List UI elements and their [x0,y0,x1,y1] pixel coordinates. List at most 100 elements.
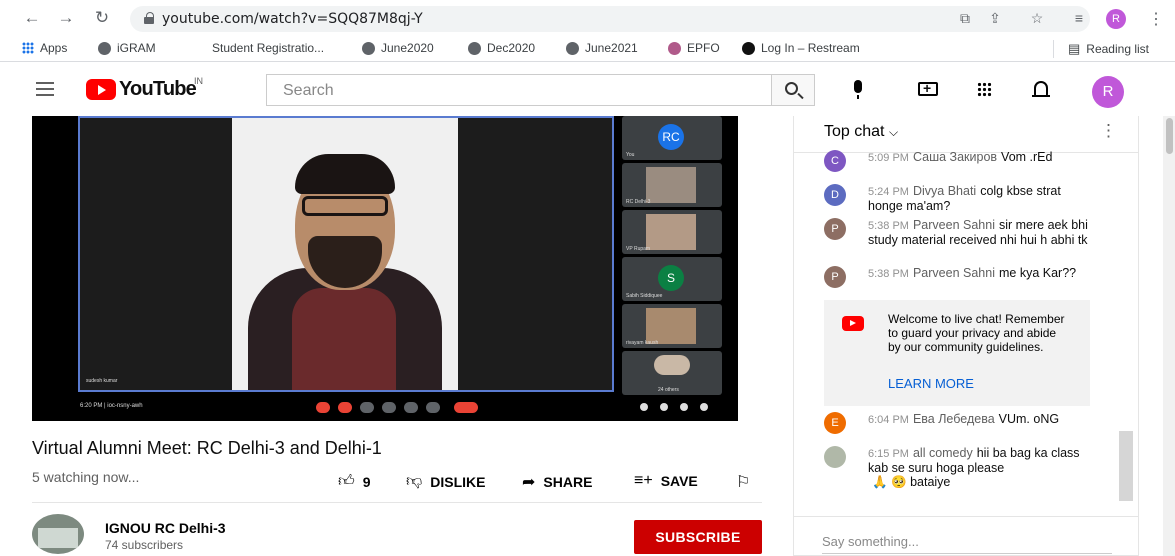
bookmark-label: June2021 [585,41,638,55]
thumbs-up-icon: 👍︎ [338,473,355,490]
flag-icon: ⚐ [736,474,751,491]
share-label: SHARE [543,474,593,490]
captions-icon[interactable] [360,402,374,413]
address-bar[interactable]: youtube.com/watch?v=SQQ87M8qj-Y [130,6,1090,32]
more-options-icon[interactable] [426,402,440,413]
speaker-name-label: sudesh kumar [86,378,118,384]
bookmark-epfo[interactable]: EPFO [668,41,720,55]
participant-avatar: S [658,265,684,291]
present-icon[interactable] [404,402,418,413]
search-input[interactable]: Search [266,74,771,106]
apps-icon[interactable] [977,82,992,97]
raise-hand-icon[interactable] [382,402,396,413]
bookmark-label: iGRAM [117,41,156,55]
end-call-icon[interactable] [454,402,478,413]
forward-arrow-icon[interactable]: → [56,8,76,28]
browser-menu-icon[interactable]: ⋮ [1148,9,1164,29]
participant-tiles: RC You RC Delhi-3 VP Rupam S Sabih Siddi… [622,116,722,395]
search-button[interactable] [771,74,815,106]
channel-name[interactable]: IGNOU RC Delhi-3 [105,520,226,536]
reading-mode-icon[interactable]: ≡ [1070,10,1088,26]
chat-author-avatar: P [824,218,846,240]
youtube-icon [842,316,864,331]
dislike-button[interactable]: 👎︎ DISLIKE [406,472,485,491]
channel-avatar[interactable] [32,514,84,554]
participant-label: 24 others [658,387,679,393]
chat-author-avatar: E [824,412,846,434]
chat-timestamp: 6:04 PM [868,414,909,426]
video-player[interactable]: sudesh kumar RC You RC Delhi-3 VP Rupam … [32,116,738,421]
save-button[interactable]: ≡+ SAVE [634,472,698,490]
like-button[interactable]: 👍︎ 9 [338,472,371,491]
globe-icon [98,41,111,55]
camera-toggle-icon[interactable] [338,402,352,413]
chat-header: Top chat ⌵ ⋮ [794,116,1138,152]
chat-mode-dropdown[interactable]: Top chat ⌵ [824,123,898,141]
reading-list-button[interactable]: ▤ Reading list [1068,41,1149,57]
install-icon[interactable]: ⧉ [956,10,974,27]
country-code: IN [194,76,203,86]
microphone-icon[interactable] [854,80,862,99]
bookmark-june2020[interactable]: June2020 [362,41,434,55]
notifications-bell-icon[interactable] [1032,81,1050,97]
participant-label: You [626,152,635,158]
url-text: youtube.com/watch?v=SQQ87M8qj-Y [162,11,423,27]
chat-timestamp: 6:15 PM [868,448,909,460]
chat-text: VUm. oNG [998,412,1060,426]
participant-label: VP Rupam [626,246,651,252]
chevron-down-icon: ⌵ [888,125,899,139]
participant-video [646,214,696,250]
globe-icon [566,41,579,55]
viewer-count: 5 watching now... [32,469,140,485]
bookmark-dec2020[interactable]: Dec2020 [468,41,535,55]
participant-tile: RC Delhi-3 [622,163,722,207]
subscribe-button[interactable]: SUBSCRIBE [634,520,762,554]
youtube-wordmark: YouTube [119,78,197,100]
menu-icon[interactable] [36,82,54,96]
bookmark-student-registration[interactable]: Student Registratio... [212,41,324,55]
back-arrow-icon[interactable]: ← [22,8,42,28]
people-icon[interactable] [660,403,668,411]
chat-message: P 5:38 PM Parveen Sahni sir mere aek bhi s… [824,218,1096,247]
chat-icon[interactable] [680,403,688,411]
participant-tile: S Sabih Siddiquee [622,257,722,301]
video-title: Virtual Alumni Meet: RC Delhi-3 and Delh… [32,438,382,458]
chat-text-continued: 🙏 🥺 bataiye [872,475,951,489]
subscriber-count: 74 subscribers [105,538,184,552]
page-scrollbar[interactable] [1163,116,1175,556]
bookmark-june2021[interactable]: June2021 [566,41,638,55]
create-video-icon[interactable] [918,80,938,96]
page-scrollbar-thumb[interactable] [1166,118,1173,154]
browser-profile-avatar[interactable]: R [1106,9,1126,29]
chat-more-icon[interactable]: ⋮ [1100,121,1117,141]
bookmark-apps[interactable]: Apps [22,41,67,55]
restream-logo-icon [742,41,755,55]
participant-video [646,308,696,344]
reading-list-label: Reading list [1086,42,1149,56]
bookmark-label: Log In – Restream [761,41,860,55]
info-icon[interactable] [640,403,648,411]
search-icon [785,82,798,95]
chat-input[interactable]: Say something... [822,534,1112,554]
bookmark-star-icon[interactable]: ☆ [1028,10,1046,27]
bookmark-igram[interactable]: iGRAM [98,41,156,55]
bookmark-label: June2020 [381,41,434,55]
bookmark-label: Student Registratio... [212,41,325,55]
activities-icon[interactable] [700,403,708,411]
participant-label: RC Delhi-3 [626,199,651,205]
chat-scrollbar[interactable] [1119,431,1133,501]
share-icon[interactable]: ⇪ [986,10,1004,27]
account-avatar[interactable]: R [1092,76,1124,108]
share-button[interactable]: ➦ SHARE [522,472,592,492]
bookmark-restream[interactable]: Log In – Restream [742,41,860,55]
participant-tile: RC You [622,116,722,160]
learn-more-link[interactable]: LEARN MORE [888,376,974,391]
chat-timestamp: 5:09 PM [868,152,909,164]
reload-icon[interactable]: ↻ [92,8,112,28]
save-label: SAVE [660,473,698,489]
participant-tile: rivayam kaush [622,304,722,348]
mic-toggle-icon[interactable] [316,402,330,413]
youtube-logo[interactable]: YouTube [86,78,197,101]
chat-author-avatar: P [824,266,846,288]
report-button[interactable]: ⚐ [736,472,750,492]
